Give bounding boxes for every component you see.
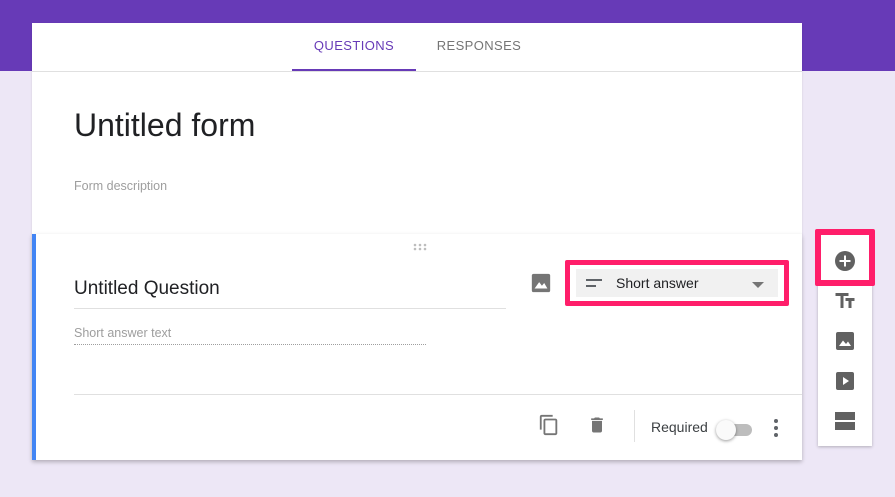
add-image-button[interactable] xyxy=(530,272,552,294)
question-card[interactable]: Untitled Question Short answer text Shor… xyxy=(32,234,802,460)
short-answer-icon xyxy=(586,277,602,289)
footer-divider xyxy=(74,394,802,395)
question-type-dropdown-inner: Short answer xyxy=(576,269,778,297)
trash-icon xyxy=(591,417,603,433)
tab-responses[interactable]: RESPONSES xyxy=(424,23,534,71)
delete-button[interactable] xyxy=(587,414,607,436)
dropdown-arrow-icon xyxy=(752,282,764,288)
question-title-input[interactable]: Untitled Question xyxy=(74,278,506,309)
question-type-label: Short answer xyxy=(616,275,699,291)
form-header-card: QUESTIONS RESPONSES Untitled form Form d… xyxy=(32,23,802,235)
video-play-icon xyxy=(836,372,854,390)
add-video-button[interactable] xyxy=(833,369,857,393)
toggle-thumb xyxy=(716,420,736,440)
image-icon xyxy=(836,332,854,350)
add-question-button[interactable] xyxy=(833,249,857,273)
question-type-dropdown[interactable]: Short answer xyxy=(565,260,789,306)
add-section-button[interactable] xyxy=(833,409,857,433)
short-answer-placeholder: Short answer text xyxy=(74,326,426,345)
duplicate-button[interactable] xyxy=(538,414,560,436)
form-description-field[interactable]: Form description xyxy=(74,179,167,193)
more-options-button[interactable] xyxy=(770,416,782,440)
tab-bar: QUESTIONS RESPONSES xyxy=(32,23,802,72)
duplicate-icon xyxy=(539,414,558,436)
add-image-tool-button[interactable] xyxy=(833,329,857,353)
side-toolbar xyxy=(818,234,872,446)
title-text-icon xyxy=(835,293,855,308)
add-circle-icon xyxy=(835,251,855,271)
more-vert-icon xyxy=(774,419,778,437)
footer-separator xyxy=(634,410,635,442)
required-toggle[interactable] xyxy=(716,418,754,440)
section-icon xyxy=(835,412,855,430)
drag-handle-icon[interactable] xyxy=(413,243,427,251)
add-title-button[interactable] xyxy=(833,289,857,313)
required-label: Required xyxy=(651,419,708,435)
tab-questions[interactable]: QUESTIONS xyxy=(292,23,416,71)
form-title[interactable]: Untitled form xyxy=(74,107,255,144)
image-icon xyxy=(531,273,551,293)
